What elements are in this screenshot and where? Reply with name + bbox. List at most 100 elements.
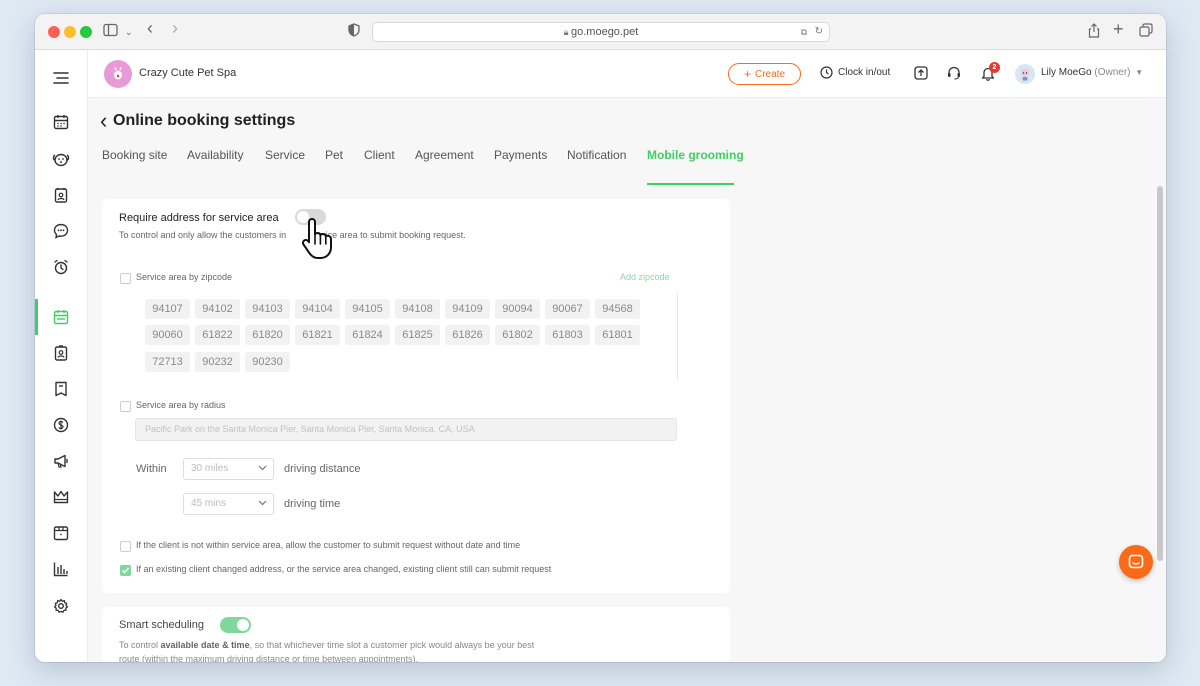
client-book-icon[interactable]: [50, 184, 72, 206]
tab-payments[interactable]: Payments: [494, 148, 547, 162]
user-menu[interactable]: Lily MoeGo (Owner) ▼: [1041, 67, 1143, 78]
chevron-down-icon: [258, 494, 267, 514]
page-scrollbar[interactable]: [1155, 98, 1165, 662]
calendar-icon[interactable]: [50, 111, 72, 133]
zipcode-chip[interactable]: 61825: [395, 325, 440, 345]
zipcode-chip[interactable]: 61803: [545, 325, 590, 345]
distance-select[interactable]: 30 miles: [183, 458, 274, 480]
headset-support-icon[interactable]: [947, 66, 961, 80]
service-area-title: Require address for service area: [119, 212, 279, 224]
chevron-down-icon: [258, 459, 267, 479]
new-tab-icon[interactable]: +: [1113, 20, 1124, 38]
zipcode-chip[interactable]: 90232: [195, 352, 240, 372]
create-button[interactable]: + Create: [728, 63, 801, 85]
clock-icon: [820, 66, 833, 79]
tab-service[interactable]: Service: [265, 148, 305, 162]
time-select[interactable]: 45 mins: [183, 493, 274, 515]
business-avatar[interactable]: [104, 60, 132, 88]
existing-client-checkbox[interactable]: [120, 565, 131, 576]
zipcode-chip[interactable]: 61822: [195, 325, 240, 345]
zipcode-chip[interactable]: 94104: [295, 299, 340, 319]
sidebar-toggle-icon[interactable]: [103, 23, 119, 41]
plus-icon: +: [743, 67, 751, 81]
within-label: Within: [136, 463, 167, 475]
bar-chart-icon[interactable]: [50, 558, 72, 580]
forward-icon[interactable]: ›: [172, 19, 178, 37]
app-sidebar: [35, 50, 88, 662]
lock-icon: 🔒︎: [563, 27, 571, 37]
zipcode-chip[interactable]: 61802: [495, 325, 540, 345]
zipcode-checkbox[interactable]: [120, 273, 131, 284]
share-icon[interactable]: [1088, 23, 1100, 42]
pet-face-icon[interactable]: [50, 148, 72, 170]
tab-availability[interactable]: Availability: [187, 148, 243, 162]
add-zipcode-link[interactable]: Add zipcode: [620, 272, 670, 282]
staff-badge-icon[interactable]: [50, 342, 72, 364]
back-icon[interactable]: ‹: [147, 19, 153, 37]
message-icon[interactable]: [50, 220, 72, 242]
reload-icon[interactable]: ↻: [815, 23, 823, 41]
zipcode-chip[interactable]: 94102: [195, 299, 240, 319]
tab-booking-site[interactable]: Booking site: [102, 148, 167, 162]
menu-icon[interactable]: [50, 67, 72, 89]
zipcode-chip[interactable]: 61824: [345, 325, 390, 345]
zipcode-chip[interactable]: 90230: [245, 352, 290, 372]
user-name: Lily MoeGo: [1041, 67, 1092, 78]
tab-pet[interactable]: Pet: [325, 148, 343, 162]
zipcode-chip[interactable]: 94109: [445, 299, 490, 319]
dollar-icon[interactable]: [50, 414, 72, 436]
crown-icon[interactable]: [50, 486, 72, 508]
radius-checkbox[interactable]: [120, 401, 131, 412]
zipcode-chip[interactable]: 90094: [495, 299, 540, 319]
booking-calendar-icon[interactable]: [50, 306, 72, 328]
clock-in-out-button[interactable]: Clock in/out: [820, 66, 890, 79]
app-header: Crazy Cute Pet Spa + Create Clock in/out …: [88, 50, 1166, 98]
radius-label: Service area by radius: [136, 400, 226, 410]
zipcode-chip[interactable]: 90067: [545, 299, 590, 319]
scrollbar-thumb[interactable]: [1157, 186, 1163, 561]
tab-agreement[interactable]: Agreement: [415, 148, 474, 162]
address-input[interactable]: Pacific Park on the Santa Monica Pier, S…: [135, 418, 677, 441]
smart-scheduling-card: Smart scheduling To control available da…: [102, 607, 730, 662]
zipcode-chip[interactable]: 61821: [295, 325, 340, 345]
zipcode-chip[interactable]: 90060: [145, 325, 190, 345]
business-name[interactable]: Crazy Cute Pet Spa: [139, 67, 236, 79]
zipcode-label: Service area by zipcode: [136, 272, 233, 282]
retail-icon[interactable]: [50, 522, 72, 544]
smart-scheduling-toggle[interactable]: [220, 617, 251, 633]
zipcode-chip[interactable]: 72713: [145, 352, 190, 372]
chat-icon: [1128, 554, 1144, 570]
tabs-overview-icon[interactable]: [1139, 23, 1153, 41]
user-avatar[interactable]: [1015, 64, 1035, 84]
alarm-clock-icon[interactable]: [50, 256, 72, 278]
zipcode-chip[interactable]: 61826: [445, 325, 490, 345]
zipcode-chip[interactable]: 94103: [245, 299, 290, 319]
existing-client-label: If an existing client changed address, o…: [136, 564, 552, 574]
back-chevron-icon[interactable]: ‹: [100, 108, 107, 134]
url-text: go.moego.pet: [571, 26, 639, 38]
toggle-knob: [237, 619, 249, 631]
upload-icon[interactable]: [914, 66, 928, 80]
zipcode-chip[interactable]: 94105: [345, 299, 390, 319]
tab-client[interactable]: Client: [364, 148, 395, 162]
zipcode-chip[interactable]: 61801: [595, 325, 640, 345]
megaphone-icon[interactable]: [50, 450, 72, 472]
tab-mobile-grooming[interactable]: Mobile grooming: [647, 148, 744, 162]
translate-icon[interactable]: ⧉: [801, 23, 807, 41]
driving-time-label: driving time: [284, 498, 341, 510]
minimize-window-button[interactable]: [64, 26, 76, 38]
tab-notification[interactable]: Notification: [567, 148, 626, 162]
zipcode-chip[interactable]: 94568: [595, 299, 640, 319]
zipcode-chip[interactable]: 61820: [245, 325, 290, 345]
report-tag-icon[interactable]: [50, 378, 72, 400]
chat-launcher-button[interactable]: [1119, 545, 1153, 579]
maximize-window-button[interactable]: [80, 26, 92, 38]
outside-area-checkbox[interactable]: [120, 541, 131, 552]
zipcode-chip[interactable]: 94108: [395, 299, 440, 319]
close-window-button[interactable]: [48, 26, 60, 38]
settings-gear-icon[interactable]: [50, 595, 72, 617]
chevron-down-icon[interactable]: ⌄: [125, 23, 133, 41]
zipcode-chip[interactable]: 94107: [145, 299, 190, 319]
privacy-shield-icon[interactable]: [348, 23, 360, 41]
address-bar[interactable]: 🔒︎ go.moego.pet ⧉ ↻: [372, 22, 830, 42]
